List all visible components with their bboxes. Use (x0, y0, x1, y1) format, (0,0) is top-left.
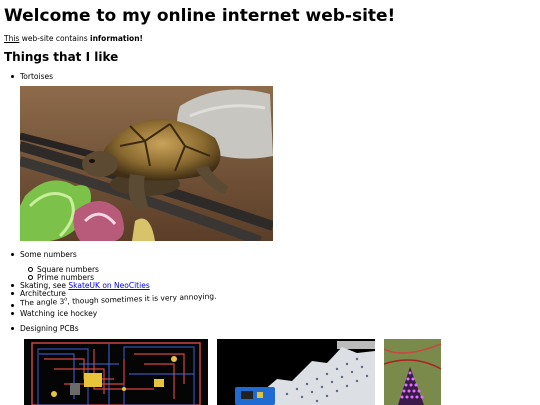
bullet-icon (11, 304, 14, 307)
list-item-label: The angle 3o, though sometimes it is ver… (19, 292, 217, 308)
likes-heading: Things that I like (4, 50, 119, 64)
bullet-icon (11, 284, 14, 287)
bullet-icon (11, 312, 14, 315)
bullet-icon (11, 327, 14, 330)
list-item-label: Tortoises (20, 72, 54, 81)
tortoise-photo (20, 86, 273, 241)
list-item-label: Watching ice hockey (20, 309, 98, 318)
hollow-bullet-icon (28, 275, 33, 280)
pcb-tree-photo (217, 339, 375, 405)
skateuk-link[interactable]: SkateUK on NeoCities (68, 281, 149, 290)
intro-middle: web-site contains (19, 34, 90, 43)
bullet-icon (11, 253, 14, 256)
angle-prefix: The angle 3 (19, 296, 65, 308)
bullet-icon (11, 75, 14, 78)
pcb-layout-photo (24, 339, 208, 405)
pcb-layout-photo-icon (24, 339, 208, 405)
intro-abbr: This (4, 34, 20, 43)
pcb-tree-photo-icon (217, 339, 375, 405)
page-title: Welcome to my online internet web-site! (4, 6, 396, 26)
tortoise-photo-icon (20, 86, 273, 241)
intro-text: This web-site contains information! (4, 34, 143, 43)
pcb-glow-photo (384, 339, 441, 405)
hollow-bullet-icon (28, 267, 33, 272)
intro-bold: information! (90, 34, 143, 43)
bullet-icon (11, 292, 14, 295)
pcb-glow-photo-icon (384, 339, 441, 405)
angle-suffix: , though sometimes it is very annoying. (67, 291, 217, 306)
list-item-label: Some numbers (20, 250, 77, 259)
list-item-label: Designing PCBs (20, 324, 79, 333)
